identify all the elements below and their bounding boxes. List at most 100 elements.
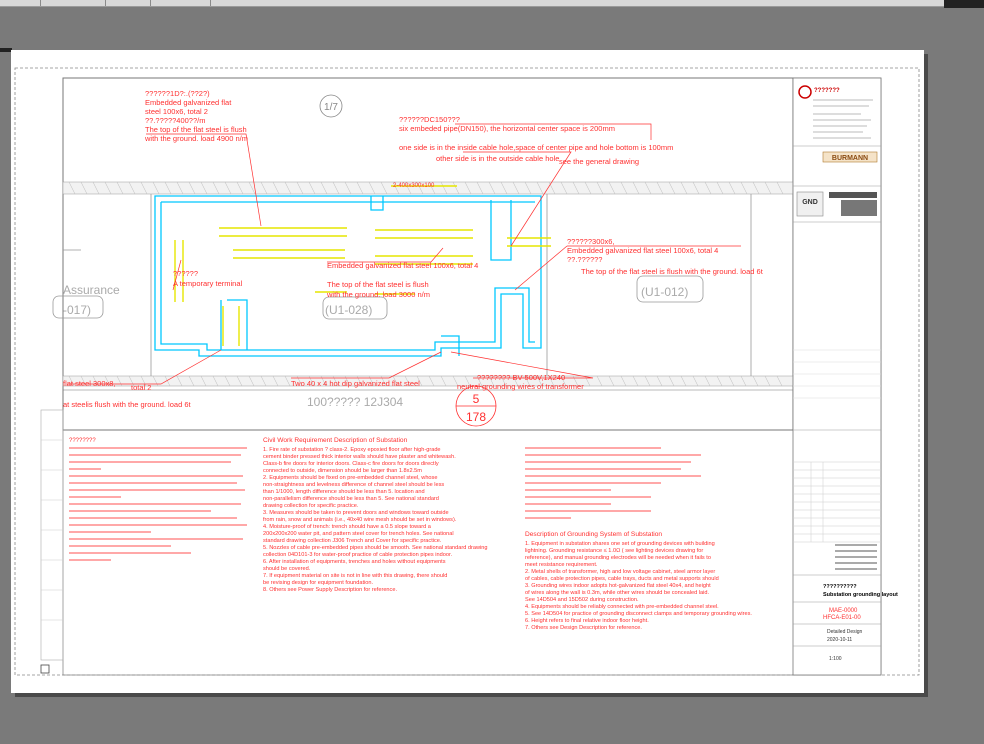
note-line: connected to outside, dimension should b… <box>263 468 422 474</box>
note-line: 1. Equipment in substation shares one se… <box>525 541 715 547</box>
callout-text: steel 100x6, total 2 <box>145 107 208 116</box>
app-toolbar <box>0 0 984 7</box>
note-line: 5. Nozzles of cable pre-embedded pipes s… <box>263 545 488 551</box>
callout-text: with the ground. load 3000 n/m <box>326 290 430 299</box>
grid-bubble-label: 1/7 <box>324 102 338 113</box>
note-line: 7. If equipment material on site is not … <box>263 573 447 579</box>
corner-marker <box>40 664 50 674</box>
callout-text: flat steel 300x8, <box>63 379 116 388</box>
note-line: be revising design for equipment foundat… <box>263 580 374 586</box>
callout-text: Embedded galvanized flat steel 100x6, to… <box>327 261 478 270</box>
room-label: Assurance <box>63 283 120 297</box>
note-line: drawing collection for specific practice… <box>263 503 359 509</box>
notes-cn-lines <box>69 447 247 561</box>
annotation-group: ??????1D?:.(??2?) Embedded galvanized fl… <box>63 89 764 409</box>
brand-logo-text: BURMANN <box>832 155 868 162</box>
note-line: reference), and manual grounding electro… <box>525 555 711 561</box>
note-line: 3. Measures should be taken to prevent d… <box>263 510 449 516</box>
note-line: of cables, cable protection pipes, cable… <box>525 576 719 582</box>
callout-text: neutral grounding wires of transformer <box>457 382 584 391</box>
notes-column-civil: Civil Work Requirement Description of Su… <box>263 437 488 593</box>
toolbar-segment[interactable] <box>110 0 151 6</box>
callout-text: A temporary terminal <box>173 279 243 288</box>
gnd-stamp: GND <box>802 199 818 206</box>
note-line: cement binder pressed thick interior wal… <box>263 454 456 460</box>
page-shadow <box>15 693 928 697</box>
note-line: of wires along the wall is 0.3m, while o… <box>525 590 710 596</box>
drawing-number: HFCA-E01-00 <box>823 615 861 621</box>
callout-text: total 2 <box>131 383 151 392</box>
detail-reference: 100????? 12J304 <box>307 395 403 409</box>
design-stage: Detailed Design <box>827 629 863 635</box>
note-line: from rain, snow and animals (i.e., 40x40… <box>263 517 457 523</box>
drawing-sheet[interactable]: 1/7 ??????1D?:.(??2?) Embedded galvanize… <box>11 50 924 693</box>
callout-text: Two 40 x 4 hot dip galvanized flat steel <box>291 379 420 388</box>
note-line: See 14D504 and 15D502 during constructio… <box>525 597 639 603</box>
notes-title: Civil Work Requirement Description of Su… <box>263 437 408 444</box>
callout-text: ??.?????? <box>567 255 602 264</box>
note-line: non-straightness and levelness differenc… <box>263 482 444 488</box>
toolbar-segment[interactable] <box>160 0 211 6</box>
callout-text: The top of the flat steel is flush <box>145 125 247 134</box>
window-corner <box>944 0 984 8</box>
room-label: -017) <box>63 303 91 317</box>
callout-text: one side is in the inside cable hole,spa… <box>399 143 673 152</box>
note-line: 2. Metal shells of transformer, high and… <box>525 569 715 575</box>
callout-text: ??????DC150??? <box>399 115 460 124</box>
notes-cn-lines-col3 <box>525 447 701 519</box>
note-line: should be covered. <box>263 566 311 572</box>
note-line: than 1/1000, length difference should be… <box>263 489 425 495</box>
note-line: 1. Fire rate of substation ? class-2. Ep… <box>263 447 441 453</box>
toolbar-segment[interactable] <box>55 0 106 6</box>
cable-trench <box>154 195 542 357</box>
note-line: 7. Others see Design Description for ref… <box>525 625 642 631</box>
callout-text: see the general drawing <box>559 157 639 166</box>
note-line: 5. See 14D504 for practice of grounding … <box>525 611 752 617</box>
scale-value: 1:100 <box>829 656 842 662</box>
company-name: ??????? <box>814 88 840 94</box>
note-line: lightning. Grounding resistance ≤ 1.0Ω (… <box>525 548 703 554</box>
revision-strip <box>40 409 64 661</box>
drawing-number: MAE-0000 <box>829 608 858 614</box>
callout-text: ??????300x6, <box>567 237 615 246</box>
callout-text: with the ground. load 4900 n/m <box>144 134 248 143</box>
title-block: ??????? BURMANN GND ?????????? Substatio… <box>792 77 898 676</box>
sheet-title-en: Substation grounding layout <box>823 592 898 598</box>
note-line: 6. After installation of equipments, tre… <box>263 559 446 565</box>
room-label: (U1-012) <box>641 285 688 299</box>
note-line: 200x200x200 water pit, and pattern steel… <box>263 531 454 537</box>
note-line: 4. Equipments should be reliably connect… <box>525 604 719 610</box>
callout-text: The top of the flat steel is flush <box>327 280 429 289</box>
callout-text: six embeded pipe(DN150), the horizontal … <box>399 124 615 133</box>
callout-text: Embedded galvanized flat <box>145 98 232 107</box>
sheet-title-cn: ?????????? <box>823 584 857 590</box>
notes-column-grounding: Description of Grounding System of Subst… <box>525 531 752 631</box>
detail-bubble-bottom: 178 <box>466 410 486 424</box>
callout-text: ???????? BV-500V,1X240 <box>477 373 565 382</box>
callout-text: ??.?????400??/m <box>145 116 205 125</box>
note-line: 3. Grounding wires indoor adopts hot-gal… <box>525 583 711 589</box>
toolbar-segment[interactable] <box>0 0 41 6</box>
detail-bubble-top: 5 <box>473 392 480 406</box>
callout-text: Embedded galvanized flat steel 100x6, to… <box>567 246 718 255</box>
callout-text: ??????1D?:.(??2?) <box>145 89 210 98</box>
callout-text: other side is in the outside cable hole <box>436 154 559 163</box>
cad-drawing: 1/7 ??????1D?:.(??2?) Embedded galvanize… <box>14 67 920 676</box>
notes-column-cn: ???????? <box>69 438 96 444</box>
callout-text: at steelis flush with the ground. load 6… <box>63 400 191 409</box>
note-line: collection 04D101-3 for water-proof prac… <box>263 552 452 558</box>
note-line: Class-b fire doors for interior doors. C… <box>263 461 439 467</box>
notes-title: ???????? <box>69 438 96 444</box>
note-line: standard drawing collection J306 Trench … <box>263 538 442 544</box>
note-line: 6. Height refers to final relative indoo… <box>525 618 649 624</box>
note-line: 4. Moisture-proof of trench: trench shou… <box>263 524 432 530</box>
dimension-text: 2-400x300x100 <box>393 183 435 189</box>
page-shadow <box>924 54 928 697</box>
room-label: (U1-028) <box>325 303 372 317</box>
note-line: 8. Others see Power Supply Description f… <box>263 587 397 593</box>
callout-text: The top of the flat steel is flush with … <box>581 267 764 276</box>
notes-title: Description of Grounding System of Subst… <box>525 531 662 538</box>
note-line: meet resistance requirement. <box>525 562 598 568</box>
note-line: 2. Equipments should be fixed on pre-emb… <box>263 475 437 481</box>
issue-date: 2020-10-11 <box>827 637 852 643</box>
